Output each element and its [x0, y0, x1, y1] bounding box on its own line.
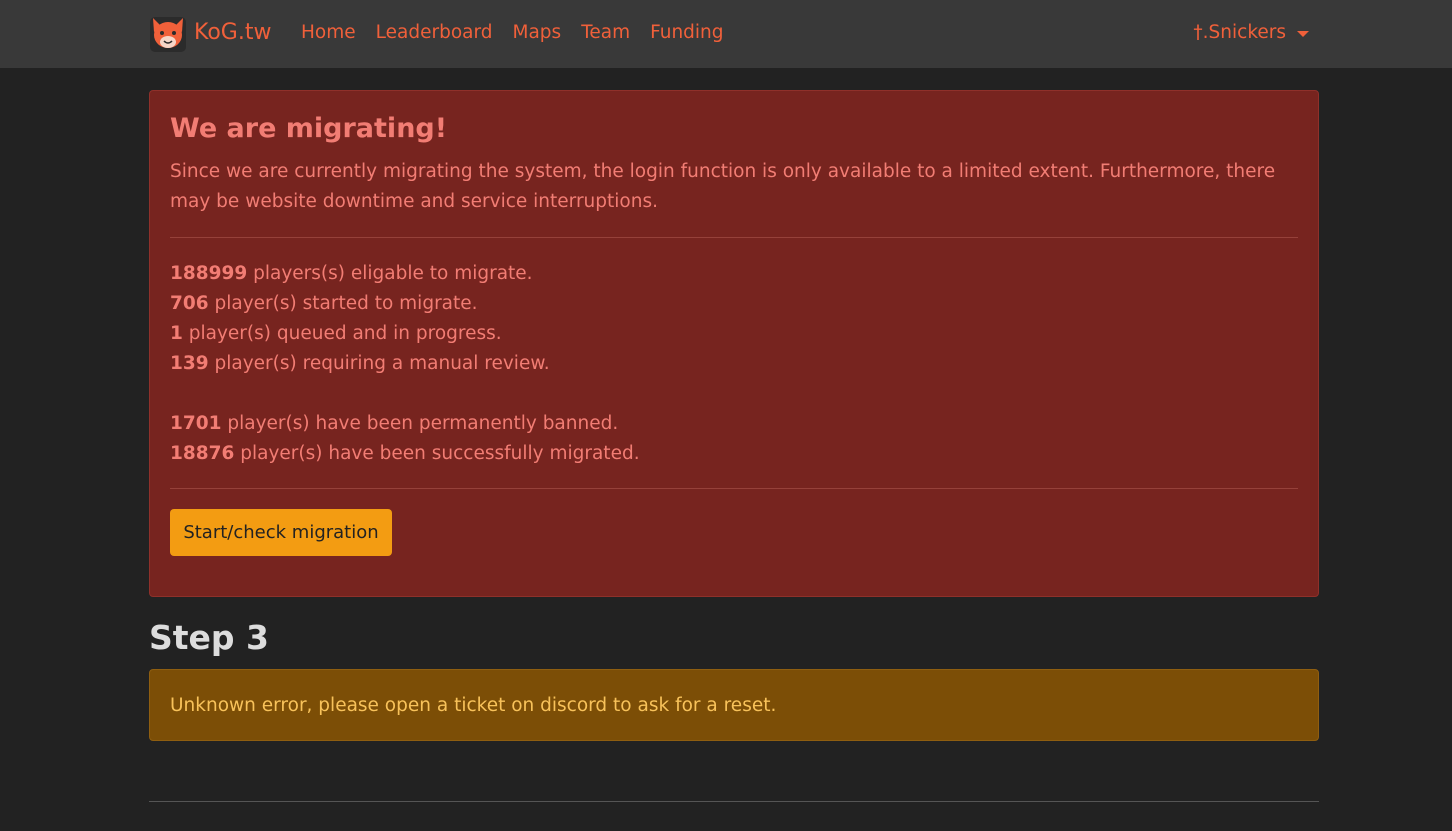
stat-text: player(s) have been permanently banned.	[221, 413, 619, 434]
alert-intro: Since we are currently migrating the sys…	[170, 161, 1276, 212]
main-nav: Home Leaderboard Maps Team Funding	[301, 20, 744, 46]
warning-alert: Unknown error, please open a ticket on d…	[149, 669, 1319, 741]
migration-stats: 188999 players(s) eligable to migrate. 7…	[170, 259, 640, 469]
stat-text: players(s) eligable to migrate.	[247, 263, 533, 284]
stat-line: 706 player(s) started to migrate.	[170, 289, 640, 319]
stat-line: 1701 player(s) have been permanently ban…	[170, 409, 640, 439]
top-navbar: KoG.tw Home Leaderboard Maps Team Fundin…	[0, 0, 1452, 68]
nav-link-home[interactable]: Home	[301, 20, 356, 46]
stat-text: player(s) started to migrate.	[208, 293, 478, 314]
brand-name: KoG.tw	[194, 20, 272, 45]
divider	[170, 488, 1298, 489]
divider	[170, 237, 1298, 238]
stat-text: player(s) requiring a manual review.	[208, 353, 550, 374]
stat-count: 18876	[170, 443, 235, 464]
alert-heading: We are migrating!	[170, 113, 448, 144]
step-heading: Step 3	[149, 618, 269, 657]
fox-logo-icon	[150, 17, 186, 52]
footer-divider	[149, 801, 1319, 802]
stat-count: 188999	[170, 263, 248, 284]
caret-down-icon	[1297, 30, 1309, 37]
stat-text: player(s) have been successfully migrate…	[234, 443, 640, 464]
nav-link-team[interactable]: Team	[581, 20, 630, 46]
stat-count: 139	[170, 353, 209, 374]
start-check-migration-button[interactable]: Start/check migration	[170, 509, 392, 556]
stat-count: 1	[170, 323, 183, 344]
nav-link-leaderboard[interactable]: Leaderboard	[376, 20, 493, 46]
stat-line: 188999 players(s) eligable to migrate.	[170, 259, 640, 289]
stat-text: player(s) queued and in progress.	[182, 323, 502, 344]
nav-link-funding[interactable]: Funding	[650, 20, 723, 46]
stat-line: 1 player(s) queued and in progress.	[170, 319, 640, 349]
username: †.Snickers	[1193, 22, 1286, 43]
stat-count: 1701	[170, 413, 222, 434]
nav-link-maps[interactable]: Maps	[513, 20, 562, 46]
stat-line: 18876 player(s) have been successfully m…	[170, 439, 640, 469]
stat-count: 706	[170, 293, 209, 314]
warning-message: Unknown error, please open a ticket on d…	[170, 695, 777, 716]
migration-alert: We are migrating! Since we are currently…	[149, 90, 1319, 597]
stat-line: 139 player(s) requiring a manual review.	[170, 349, 640, 379]
user-dropdown[interactable]: †.Snickers	[1193, 20, 1309, 46]
brand-link[interactable]: KoG.tw	[150, 14, 271, 52]
